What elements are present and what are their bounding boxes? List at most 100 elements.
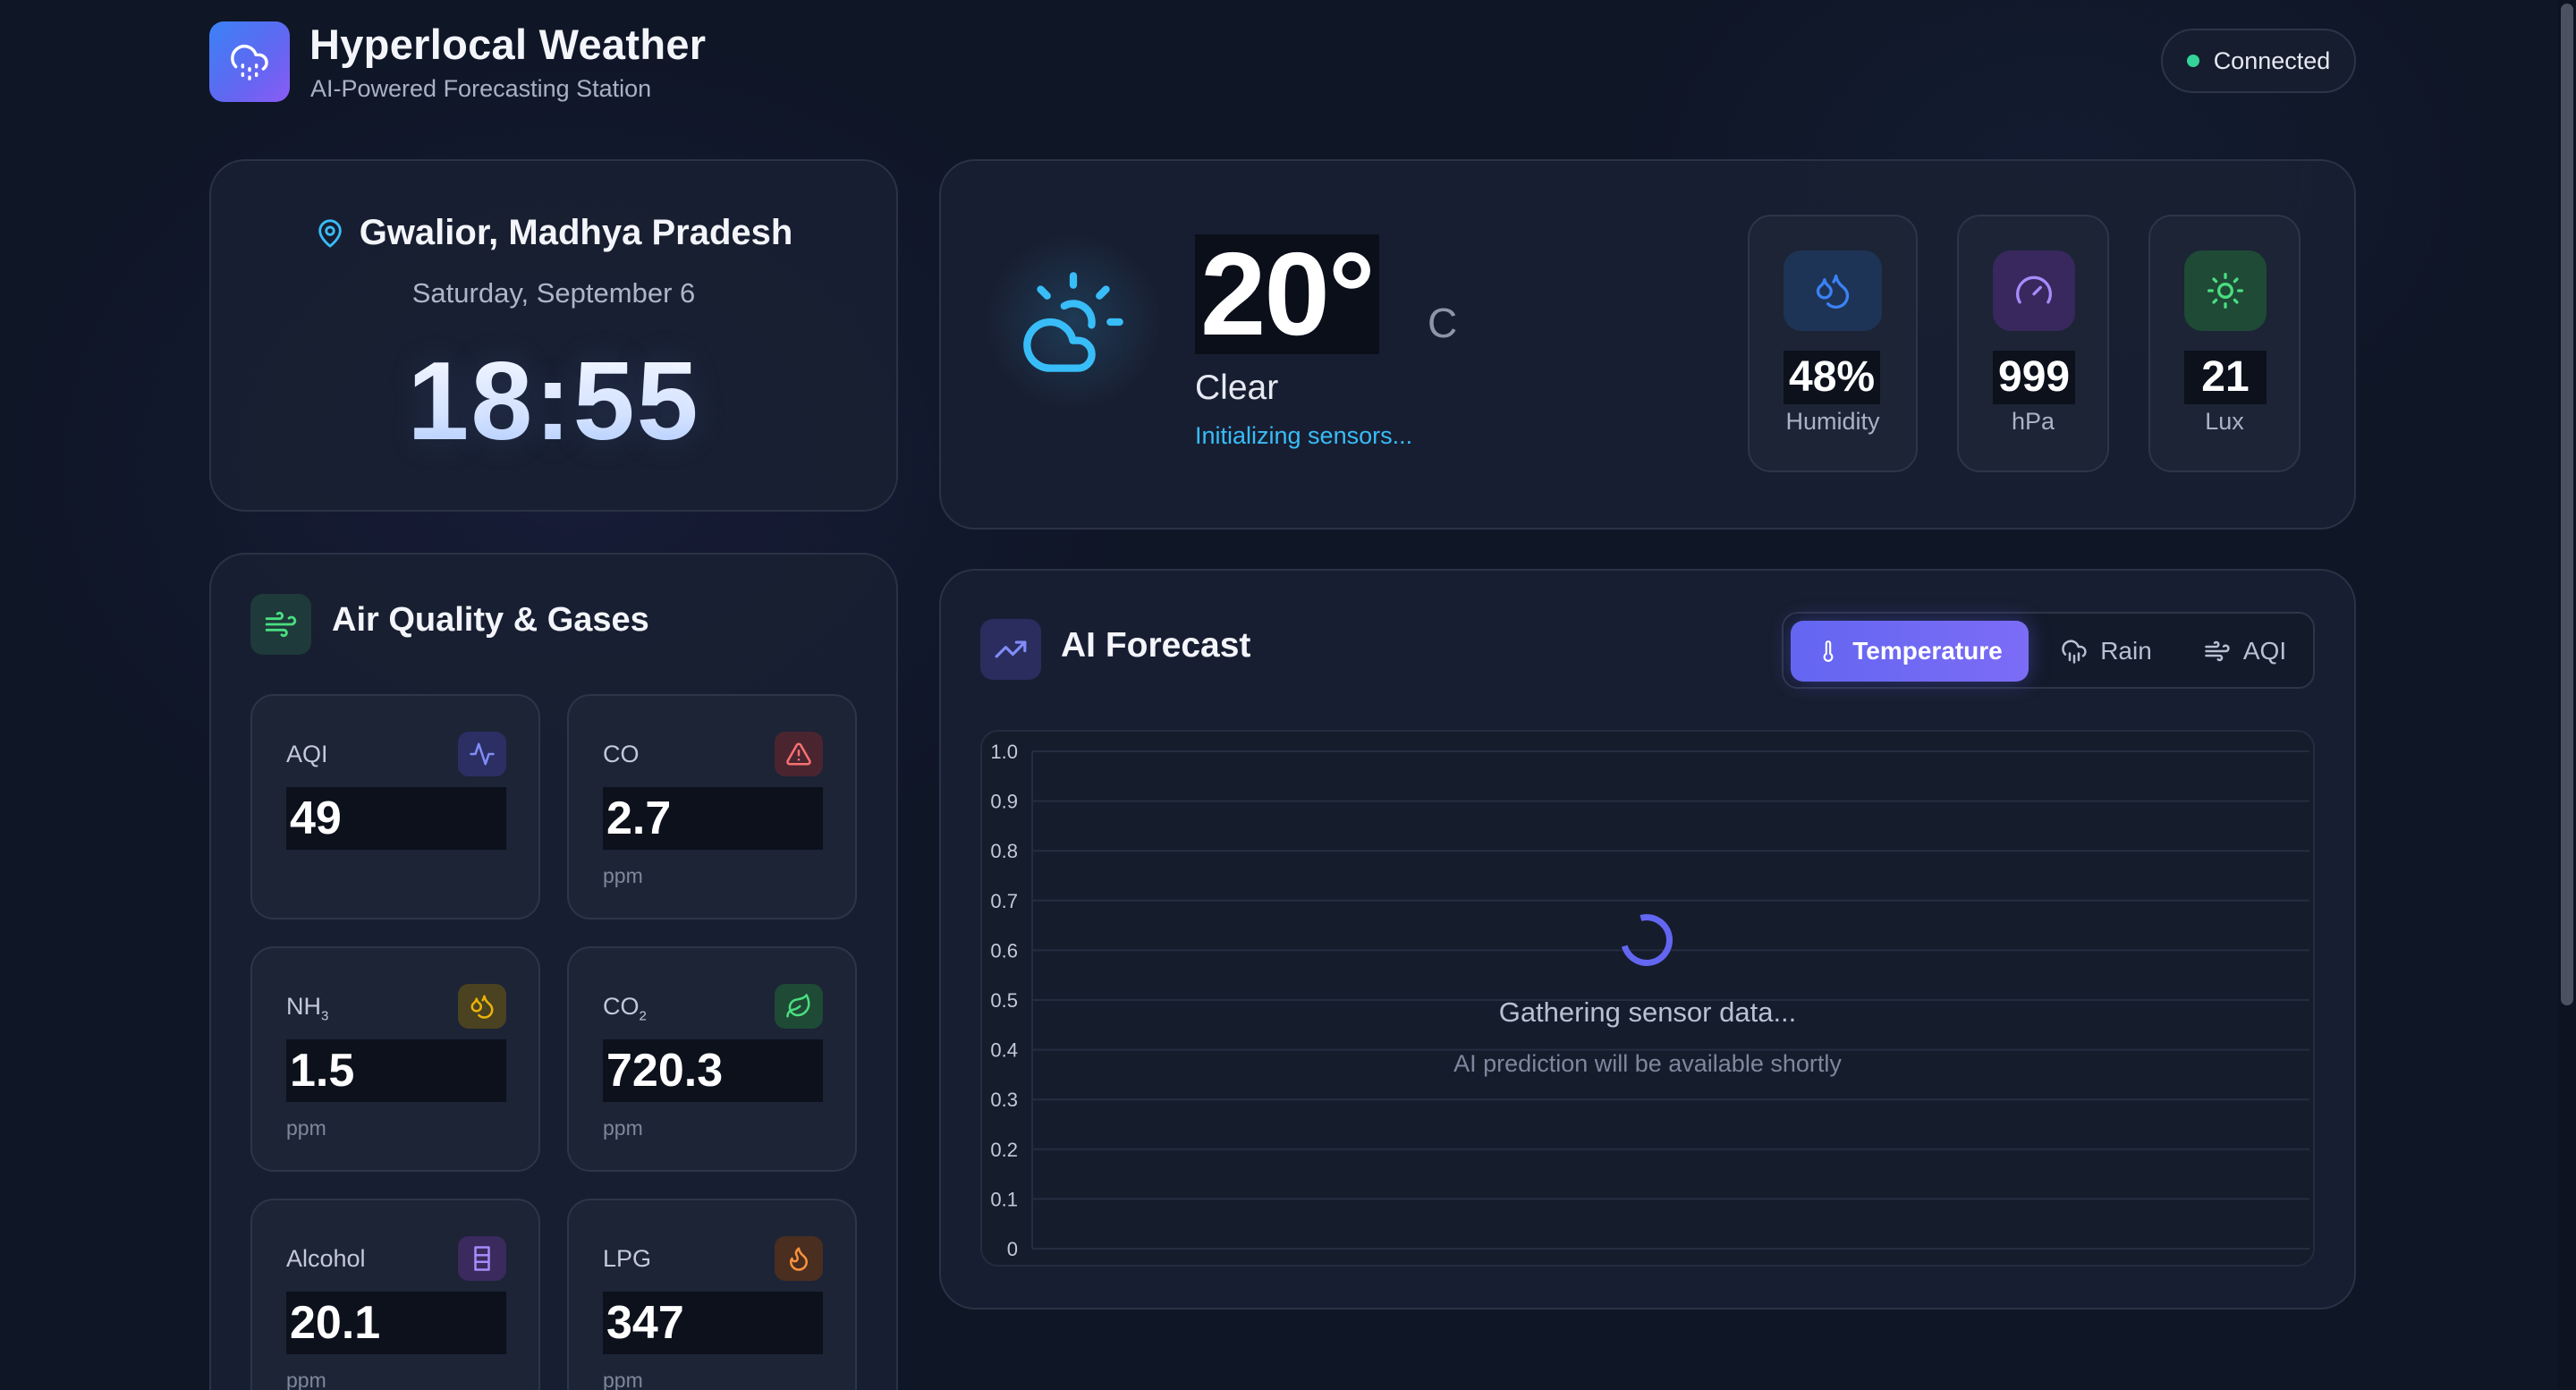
droplet-flame-icon <box>458 984 506 1029</box>
connection-status-badge: Connected <box>2161 29 2356 93</box>
humidity-value: 48% <box>1789 353 1876 401</box>
sensor-status: Initializing sensors... <box>1195 422 1413 449</box>
gas-value-box: 1.5 <box>286 1039 506 1102</box>
weather-condition: Clear <box>1195 369 1279 407</box>
pressure-label: hPa <box>2011 408 2055 435</box>
gas-unit: ppm <box>286 1369 326 1390</box>
status-dot <box>2186 55 2199 67</box>
gas-tile-lpg: LPG 347 ppm <box>567 1199 857 1390</box>
forecast-title: AI Forecast <box>1061 626 1251 665</box>
humidity-label: Humidity <box>1785 408 1880 435</box>
gas-value-box: 720.3 <box>603 1039 823 1102</box>
gas-tile-alcohol: Alcohol 20.1 ppm <box>250 1199 540 1390</box>
wind-icon <box>265 611 297 638</box>
gas-value: 347 <box>606 1297 684 1349</box>
gas-formula: CO <box>603 993 640 1020</box>
gas-subscript: 3 <box>321 1008 329 1024</box>
tab-label: Temperature <box>1852 637 2003 665</box>
tab-rain[interactable]: Rain <box>2041 621 2172 682</box>
flame-icon <box>775 1236 823 1281</box>
scrollbar-thumb[interactable] <box>2561 4 2573 1005</box>
tab-aqi[interactable]: AQI <box>2184 621 2306 682</box>
air-quality-title: Air Quality & Gases <box>332 601 649 639</box>
gas-value: 49 <box>290 792 342 844</box>
gas-name: CO2 <box>603 993 647 1023</box>
gas-name: LPG <box>603 1245 652 1272</box>
air-quality-icon-box <box>250 594 311 655</box>
temperature-value: 20° <box>1200 228 1376 360</box>
gas-unit: ppm <box>603 1116 643 1140</box>
alert-triangle-icon <box>775 732 823 776</box>
location-date: Saturday, September 6 <box>411 277 696 309</box>
tab-temperature[interactable]: Temperature <box>1791 621 2029 682</box>
pressure-value-box: 999 <box>1993 351 2076 404</box>
location-time: 18:55 <box>209 338 898 465</box>
gas-value-box: 49 <box>286 787 506 850</box>
pressure-icon-box <box>1993 250 2075 331</box>
gas-name: CO <box>603 741 640 767</box>
loading-subtitle: AI prediction will be available shortly <box>1453 1050 1842 1077</box>
humidity-value-box: 48% <box>1784 351 1881 404</box>
gas-tile-co2: CO2 720.3 ppm <box>567 946 857 1172</box>
gas-unit: ppm <box>603 1369 643 1390</box>
chart-y-tick-label: 0 <box>1007 1238 1018 1260</box>
cloud-rain-icon <box>231 45 268 81</box>
temperature-unit: C <box>1428 300 1458 346</box>
tab-label: Rain <box>2100 637 2152 665</box>
chart-y-tick-label: 0.8 <box>990 840 1018 862</box>
gas-tile-nh3: NH3 1.5 ppm <box>250 946 540 1172</box>
temperature-box: 20° <box>1195 234 1379 354</box>
loading-title: Gathering sensor data... <box>1498 996 1797 1028</box>
gas-name: Alcohol <box>286 1245 366 1272</box>
chart-y-tick-label: 0.1 <box>990 1188 1018 1210</box>
gas-value: 2.7 <box>606 792 672 844</box>
gas-subscript: 2 <box>639 1008 647 1024</box>
gas-value-box: 20.1 <box>286 1292 506 1354</box>
app-subtitle: AI-Powered Forecasting Station <box>310 75 652 102</box>
connection-status-text: Connected <box>2213 47 2331 74</box>
cloud-sun-icon <box>1023 272 1123 372</box>
gas-value: 20.1 <box>290 1297 381 1349</box>
app-logo <box>209 21 290 102</box>
app-title: Hyperlocal Weather <box>309 21 707 68</box>
chart-y-tick-label: 0.2 <box>990 1139 1018 1161</box>
chart-y-tick-label: 1.0 <box>990 741 1018 763</box>
gas-unit: ppm <box>286 1116 326 1140</box>
chart-y-tick-label: 0.3 <box>990 1089 1018 1111</box>
glass-icon <box>458 1236 506 1281</box>
chart-y-tick-label: 0.7 <box>990 890 1018 912</box>
forecast-icon-box <box>980 619 1041 680</box>
map-pin-icon <box>318 218 342 248</box>
gauge-icon <box>2016 275 2052 304</box>
gas-name: NH3 <box>286 993 328 1023</box>
forecast-tabs: Temperature Rain AQI <box>1782 612 2315 689</box>
trending-up-icon <box>995 640 1027 658</box>
pressure-value: 999 <box>1998 353 2071 401</box>
cloud-rain-icon <box>2062 640 2087 664</box>
gas-tile-aqi: AQI 49 <box>250 694 540 920</box>
pressure-stat: 999 hPa <box>1957 215 2109 472</box>
weather-icon-wrap <box>1018 267 1129 382</box>
droplets-icon <box>1816 274 1850 309</box>
location-row: Gwalior, Madhya Pradesh <box>209 213 898 253</box>
humidity-stat: 48% Humidity <box>1748 215 1918 472</box>
chart-y-tick-label: 0.6 <box>990 939 1018 962</box>
tab-label: AQI <box>2242 637 2287 665</box>
sun-icon <box>2207 273 2243 309</box>
gas-tile-co: CO 2.7 ppm <box>567 694 857 920</box>
location-name: Gwalior, Madhya Pradesh <box>359 213 793 252</box>
light-icon-box <box>2184 250 2267 331</box>
gas-value-box: 2.7 <box>603 787 823 850</box>
wind-icon <box>2205 640 2230 662</box>
humidity-icon-box <box>1784 250 1882 331</box>
light-stat: 21 Lux <box>2148 215 2301 472</box>
light-value-box: 21 <box>2184 351 2267 404</box>
gas-value: 1.5 <box>290 1045 355 1097</box>
gas-name: AQI <box>286 741 328 767</box>
light-label: Lux <box>2205 408 2244 435</box>
chart-y-tick-label: 0.9 <box>990 791 1018 813</box>
gas-formula: NH <box>286 993 321 1020</box>
gas-unit: ppm <box>603 864 643 887</box>
gas-value: 720.3 <box>606 1045 724 1097</box>
activity-icon <box>458 732 506 776</box>
